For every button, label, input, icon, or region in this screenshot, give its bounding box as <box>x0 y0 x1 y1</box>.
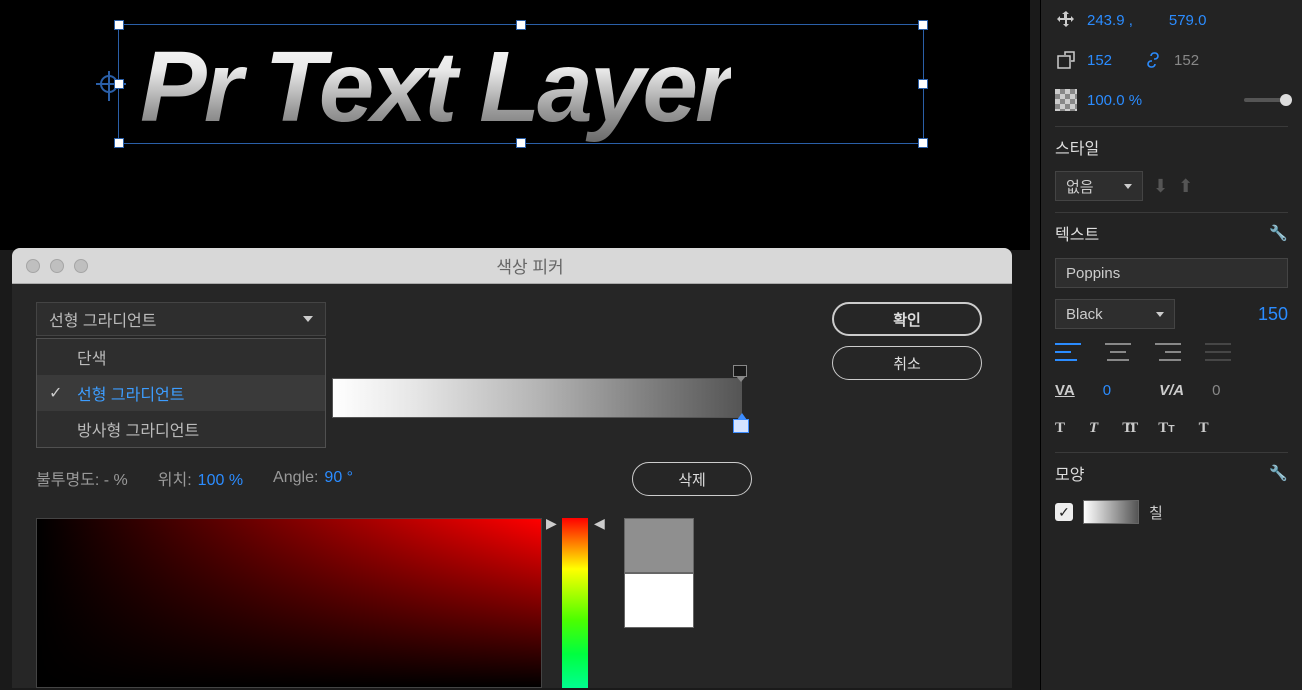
resize-handle[interactable] <box>918 138 928 148</box>
tracking-value[interactable]: 0 <box>1103 382 1111 399</box>
selection-bounds[interactable] <box>118 24 924 144</box>
resize-handle[interactable] <box>516 20 526 30</box>
kerning-value[interactable]: 0 <box>1212 382 1220 399</box>
tracking-icon: VA <box>1055 382 1075 399</box>
gradient-values-row: 불투명도: - % 위치: 100 % Angle: 90 ° <box>36 466 353 490</box>
opacity-slider[interactable] <box>1244 98 1288 102</box>
shape-section-title: 모양🔧 <box>1055 452 1288 492</box>
wrench-icon[interactable]: 🔧 <box>1269 464 1288 482</box>
delete-button[interactable]: 삭제 <box>632 462 752 496</box>
link-icon[interactable] <box>1142 49 1164 71</box>
move-up-icon[interactable]: ⬆ <box>1178 176 1193 197</box>
option-linear-gradient[interactable]: 선형 그라디언트 <box>37 375 325 411</box>
option-radial-gradient[interactable]: 방사형 그라디언트 <box>37 411 325 447</box>
position-y[interactable]: 579.0 <box>1169 12 1207 29</box>
cancel-button[interactable]: 취소 <box>832 346 982 380</box>
gradient-color-stop[interactable] <box>733 419 749 433</box>
style-section-title: 스타일 <box>1055 126 1288 166</box>
window-title: 색상 피커 <box>88 253 1012 278</box>
properties-panel: 243.9 , 579.0 152 152 100.0 % 스타일 없음 ⬇ ⬆… <box>1040 0 1302 690</box>
color-picker-window: 색상 피커 선형 그라디언트 단색 선형 그라디언트 방사형 그라디언트 불투명… <box>12 248 1012 688</box>
wrench-icon[interactable]: 🔧 <box>1269 224 1288 242</box>
fill-swatch[interactable] <box>1083 500 1139 524</box>
hue-pointer-left-icon: ▶ <box>546 515 557 532</box>
scale-h[interactable]: 152 <box>1174 52 1199 69</box>
kerning-icon: V/A <box>1159 382 1184 399</box>
align-center-icon[interactable] <box>1105 343 1131 361</box>
angle-label: Angle: <box>273 469 318 486</box>
canvas-area[interactable]: Pr Text Layer <box>0 0 1030 250</box>
ok-button[interactable]: 확인 <box>832 302 982 336</box>
saturation-brightness-field[interactable] <box>36 518 542 688</box>
fill-label: 칠 <box>1149 502 1163 523</box>
gradient-type-value: 선형 그라디언트 <box>49 307 157 331</box>
position-label: 위치: <box>158 472 192 489</box>
traffic-light-zoom[interactable] <box>74 259 88 273</box>
font-size[interactable]: 150 <box>1258 304 1288 325</box>
resize-handle[interactable] <box>918 20 928 30</box>
position-x[interactable]: 243.9 , <box>1087 12 1133 29</box>
resize-handle[interactable] <box>918 79 928 89</box>
hue-slider[interactable] <box>562 518 588 688</box>
resize-handle[interactable] <box>114 79 124 89</box>
traffic-light-close[interactable] <box>26 259 40 273</box>
gradient-preview-bar[interactable] <box>332 378 742 418</box>
fill-checkbox[interactable]: ✓ <box>1055 503 1073 521</box>
resize-handle[interactable] <box>516 138 526 148</box>
chevron-down-icon <box>303 316 313 322</box>
resize-handle[interactable] <box>114 138 124 148</box>
previous-color-swatch[interactable] <box>624 573 694 628</box>
traffic-light-minimize[interactable] <box>50 259 64 273</box>
hue-pointer-right-icon: ◀ <box>594 515 605 532</box>
scale-icon <box>1055 49 1077 71</box>
superscript-icon[interactable]: T <box>1199 420 1209 437</box>
window-titlebar[interactable]: 색상 피커 <box>12 248 1012 284</box>
chevron-down-icon <box>1156 312 1164 317</box>
gradient-type-select[interactable]: 선형 그라디언트 단색 선형 그라디언트 방사형 그라디언트 <box>36 302 326 336</box>
gradient-type-dropdown-list: 단색 선형 그라디언트 방사형 그라디언트 <box>36 338 326 448</box>
italic-icon[interactable]: T <box>1089 420 1098 437</box>
opacity-label: 불투명도: - % <box>36 466 128 490</box>
current-color-swatch[interactable] <box>624 518 694 573</box>
move-down-icon[interactable]: ⬇ <box>1153 176 1168 197</box>
scale-w[interactable]: 152 <box>1087 52 1112 69</box>
bold-icon[interactable]: T <box>1055 420 1065 437</box>
text-section-title: 텍스트🔧 <box>1055 212 1288 252</box>
chevron-down-icon <box>1124 184 1132 189</box>
opacity-value[interactable]: 100.0 % <box>1087 92 1142 109</box>
allcaps-icon[interactable]: TT <box>1122 420 1134 437</box>
opacity-icon <box>1055 89 1077 111</box>
align-right-icon[interactable] <box>1155 343 1181 361</box>
font-weight-dropdown[interactable]: Black <box>1055 299 1175 329</box>
position-value[interactable]: 100 % <box>198 472 243 489</box>
smallcaps-icon[interactable]: TT <box>1158 420 1174 437</box>
align-justify-icon[interactable] <box>1205 343 1231 361</box>
align-left-icon[interactable] <box>1055 343 1081 361</box>
gradient-opacity-stop[interactable] <box>733 365 747 377</box>
move-icon <box>1055 9 1077 31</box>
style-preset-dropdown[interactable]: 없음 <box>1055 171 1143 201</box>
angle-value[interactable]: 90 ° <box>324 469 353 486</box>
option-solid[interactable]: 단색 <box>37 339 325 375</box>
font-family-dropdown[interactable]: Poppins <box>1055 258 1288 288</box>
resize-handle[interactable] <box>114 20 124 30</box>
